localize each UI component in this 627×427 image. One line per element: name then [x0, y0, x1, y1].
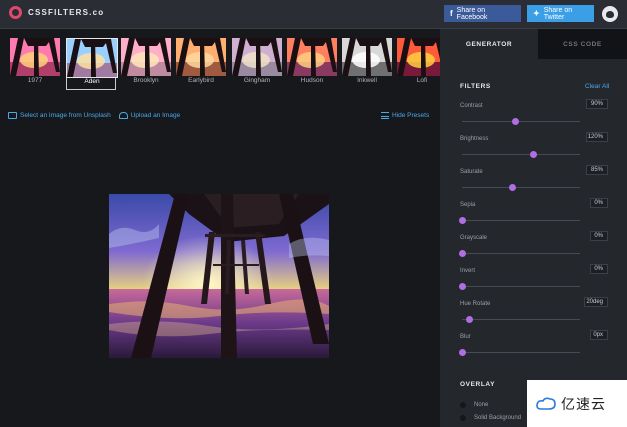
brightness-value-input[interactable]: 120% — [586, 132, 608, 142]
invert-slider[interactable] — [462, 286, 580, 287]
overlay-option-solid-background[interactable]: Solid Background — [460, 415, 521, 421]
invert-value-input[interactable]: 0% — [590, 264, 608, 274]
blur-slider-handle[interactable] — [459, 349, 466, 356]
preset-thumbnail — [342, 38, 392, 76]
preset-brooklyn[interactable]: Brooklyn — [121, 38, 171, 90]
grayscale-slider[interactable] — [462, 253, 580, 254]
clear-all-link[interactable]: Clear All — [585, 83, 609, 90]
sliders-icon — [381, 112, 389, 119]
tab-generator[interactable]: GENERATOR — [440, 29, 538, 59]
brightness-slider[interactable] — [462, 154, 580, 155]
preset-label: Earlybird — [188, 77, 214, 84]
hue-rotate-label: Hue Rotate — [460, 301, 491, 307]
cloud-logo-icon — [536, 397, 556, 410]
top-bar: CSSFILTERS.co f Share on Facebook ✦ Shar… — [0, 0, 627, 29]
radio-icon — [460, 415, 466, 421]
sepia-slider[interactable] — [462, 220, 580, 221]
saturate-label: Saturate — [460, 169, 483, 175]
sepia-label: Sepia — [460, 202, 476, 208]
saturate-value-input[interactable]: 85% — [586, 165, 608, 175]
logo-icon — [9, 6, 22, 19]
preset-inkwell[interactable]: Inkwell — [342, 38, 392, 90]
preset-hudson[interactable]: Hudson — [287, 38, 337, 90]
invert-slider-handle[interactable] — [459, 283, 466, 290]
image-source-links: Select an Image from Unsplash Upload an … — [8, 112, 180, 119]
unsplash-link-label: Select an Image from Unsplash — [20, 112, 111, 119]
preview-image — [109, 194, 329, 358]
twitter-icon: ✦ — [533, 9, 540, 18]
share-facebook-button[interactable]: f Share on Facebook — [444, 5, 521, 22]
blur-slider[interactable] — [462, 352, 580, 353]
upload-link[interactable]: Upload an Image — [118, 112, 181, 119]
preset-label: Hudson — [300, 77, 324, 84]
sepia-slider-handle[interactable] — [459, 217, 466, 224]
contrast-slider-handle[interactable] — [512, 118, 520, 125]
preset-thumbnail — [121, 38, 171, 76]
share-twitter-button[interactable]: ✦ Share on Twitter — [527, 5, 594, 22]
share-facebook-label: Share on Facebook — [456, 6, 488, 21]
filters-heading: FILTERS — [460, 83, 491, 90]
hide-presets-label: Hide Presets — [392, 112, 430, 119]
image-icon — [8, 112, 17, 119]
brightness-label: Brightness — [460, 136, 489, 142]
radio-icon — [460, 402, 466, 408]
contrast-slider[interactable] — [462, 121, 580, 122]
preset-thumbnail — [397, 38, 440, 76]
app-logo[interactable]: CSSFILTERS.co — [9, 6, 104, 19]
overlay-heading: OVERLAY — [460, 381, 496, 388]
overlay-option-label: Solid Background — [474, 415, 522, 421]
overlay-option-none[interactable]: None — [460, 402, 488, 408]
preset-label: Brooklyn — [133, 77, 159, 84]
preset-label: 1977 — [27, 77, 43, 84]
watermark: 亿速云 — [527, 380, 627, 427]
preset-thumbnail — [232, 38, 282, 76]
preset-earlybird[interactable]: Earlybird — [176, 38, 226, 90]
sepia-value-input[interactable]: 0% — [590, 198, 608, 208]
grayscale-value-input[interactable]: 0% — [590, 231, 608, 241]
invert-label: Invert — [460, 268, 476, 274]
preset-label: Inkwell — [357, 77, 377, 84]
facebook-icon: f — [450, 9, 453, 18]
preset-thumbnail — [287, 38, 337, 76]
preset-gingham[interactable]: Gingham — [232, 38, 282, 90]
github-icon[interactable] — [602, 6, 618, 22]
preset-thumbnail — [66, 38, 118, 78]
preset-aden[interactable]: Aden — [66, 38, 118, 90]
preset-label: Aden — [84, 78, 100, 85]
contrast-value-input[interactable]: 90% — [586, 99, 608, 109]
brightness-slider-handle[interactable] — [529, 151, 537, 158]
watermark-text: 亿速云 — [561, 395, 606, 412]
preset-1977[interactable]: 1977 — [10, 38, 60, 90]
share-twitter-label: Share on Twitter — [543, 6, 573, 21]
blur-label: Blur — [460, 334, 471, 340]
preset-thumbnail — [10, 38, 60, 76]
generator-panel: GENERATOR CSS CODE FILTERS Clear All Con… — [440, 29, 627, 427]
hue-rotate-slider-handle[interactable] — [466, 316, 474, 323]
hue-rotate-value-input[interactable]: 20deg — [584, 297, 608, 307]
saturate-slider[interactable] — [462, 187, 580, 188]
preset-label: Gingham — [243, 77, 271, 84]
contrast-label: Contrast — [460, 103, 483, 109]
blur-value-input[interactable]: 0px — [590, 330, 608, 340]
preset-strip: 1977 Aden Brooklyn Earlybird Gingham Hudson In… — [10, 38, 440, 92]
hide-presets-link[interactable]: Hide Presets — [381, 112, 429, 119]
grayscale-slider-handle[interactable] — [459, 250, 466, 257]
unsplash-link[interactable]: Select an Image from Unsplash — [8, 112, 111, 119]
preset-lofi[interactable]: Lofi — [397, 38, 440, 90]
tab-css-code[interactable]: CSS CODE — [538, 29, 627, 59]
logo-text: CSSFILTERS.co — [28, 8, 105, 17]
cloud-upload-icon — [118, 112, 128, 119]
overlay-option-label: None — [474, 402, 489, 408]
upload-link-label: Upload an Image — [130, 112, 181, 119]
panel-tabs: GENERATOR CSS CODE — [440, 29, 627, 59]
preset-thumbnail — [176, 38, 226, 76]
saturate-slider-handle[interactable] — [508, 184, 516, 191]
hue-rotate-slider[interactable] — [462, 319, 580, 320]
preset-label: Lofi — [416, 77, 428, 84]
grayscale-label: Grayscale — [460, 235, 488, 241]
